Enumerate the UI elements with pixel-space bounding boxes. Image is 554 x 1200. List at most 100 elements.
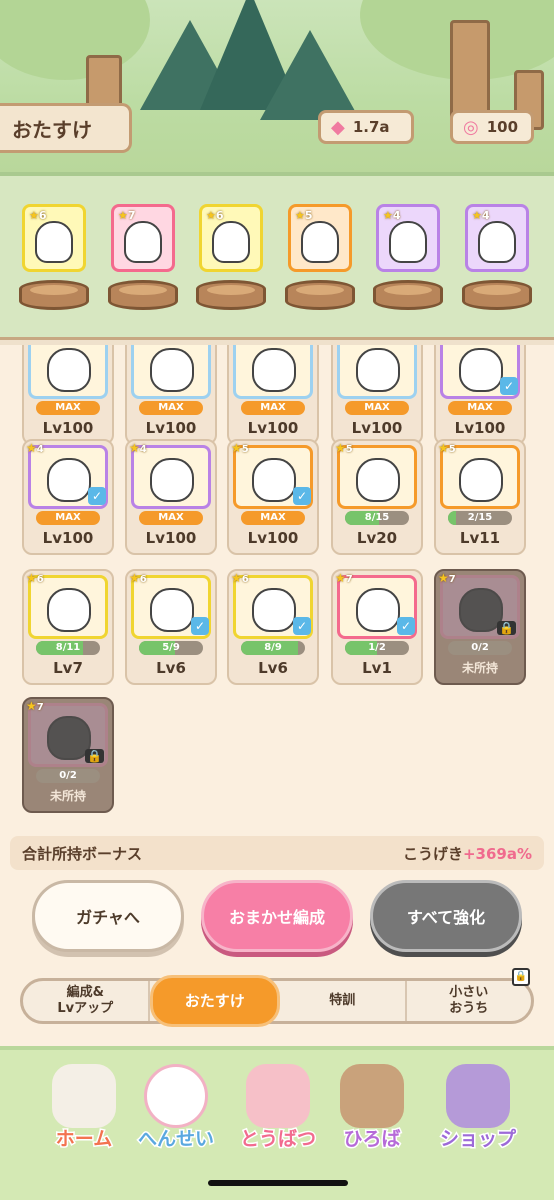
checkmark-icon: ✓ [500,377,518,395]
character-card[interactable]: ★6 8/11 Lv7 [22,569,114,685]
upgrade-all-button[interactable]: すべて強化 [370,880,522,952]
character-card[interactable]: MAX Lv100 [22,345,114,445]
shard-progress-bar: 1/2 [345,641,409,655]
shard-progress-bar: 0/2 [36,769,100,783]
auto-formation-button[interactable]: おまかせ編成 [201,880,353,952]
rarity-badge: ★5 [295,209,313,222]
rarity-badge: ★6 [129,571,147,585]
progress-label: MAX [55,402,81,413]
support-slot[interactable]: ★7 [111,204,175,272]
progress-label: MAX [158,512,184,523]
candy-counter[interactable]: ◆ 1.7a [318,110,414,144]
progress-fill [448,511,457,525]
support-slot[interactable]: ★6 [22,204,86,272]
support-slot[interactable]: ★4 [376,204,440,272]
rarity-badge: ★5 [438,441,456,455]
character-art [28,345,108,399]
rarity-badge: ★4 [26,441,44,455]
character-card[interactable]: MAX Lv100 [125,345,217,445]
shard-progress-bar: 2/15 [448,511,512,525]
character-portrait [389,221,427,263]
star-icon: ★ [438,441,449,455]
star-icon: ★ [472,209,482,222]
progress-label: 2/15 [467,512,493,523]
lock-icon: 🔒 [497,621,516,635]
character-card[interactable]: ★4 ✓ MAX Lv100 [22,439,114,555]
level-label: Lv100 [42,529,94,547]
level-label: Lv20 [356,529,398,547]
level-label: Lv6 [258,659,288,677]
character-card[interactable]: ★7 🔒 0/2 未所持 [434,569,526,685]
character-card[interactable]: ★6 ✓ 5/9 Lv6 [125,569,217,685]
character-art [131,345,211,399]
star-icon: ★ [335,441,346,455]
character-portrait [150,588,194,632]
tab-3[interactable]: 小さい おうち [407,981,532,1021]
character-card[interactable]: ★5 2/15 Lv11 [434,439,526,555]
tab-2[interactable]: 特訓 [280,981,407,1021]
character-card[interactable]: ★5 ✓ MAX Lv100 [227,439,319,555]
character-card[interactable]: ★6 ✓ 8/9 Lv6 [227,569,319,685]
progress-label: 8/11 [55,642,81,653]
tree-stump [19,280,89,310]
character-portrait [252,588,296,632]
character-portrait [47,348,91,392]
character-card[interactable]: ★5 8/15 Lv20 [331,439,423,555]
rarity-value: 5 [448,444,456,455]
character-portrait [124,221,162,263]
bonus-value: +369a% [462,844,532,863]
rarity-badge: ★4 [129,441,147,455]
tab-1[interactable]: おたすけ [149,975,280,1027]
tab-0[interactable]: 編成& Lvアップ [23,981,150,1021]
support-slot[interactable]: ★5 [288,204,352,272]
nav-label: とうばつ [238,1127,317,1152]
candy-icon: ◆ [331,116,345,138]
nav-signpost[interactable]: ひろば [322,1058,422,1162]
star-icon: ★ [29,209,39,222]
checkmark-icon: ✓ [397,617,415,635]
lock-icon: 🔒 [85,749,104,763]
rarity-value: 7 [345,574,353,585]
character-portrait [356,348,400,392]
shard-progress-bar: 0/2 [448,641,512,655]
shard-progress-bar: MAX [139,511,203,525]
shard-progress-bar: MAX [241,401,305,415]
character-card[interactable]: MAX Lv100 [331,345,423,445]
rarity-value: 7 [36,702,44,713]
character-card[interactable]: ★7 🔒 0/2 未所持 [22,697,114,813]
lollipop-icon: ◎ [463,116,479,138]
nav-label: ひろば [342,1127,402,1152]
level-label: Lv100 [454,419,506,437]
candy-value: 1.7a [352,118,390,136]
character-card[interactable]: ★7 ✓ 1/2 Lv1 [331,569,423,685]
bottom-nav: ホーム へんせい とうばつ ひろば ショップ [0,1046,554,1200]
ownership-bonus-bar: 合計所持ボーナス こうげき+369a% [10,836,544,870]
signpost-icon [340,1064,404,1128]
character-grid[interactable]: MAX Lv100 MAX Lv100 MAX Lv100 MAX Lv100 ✓ MAX Lv10… [0,345,554,815]
star-icon: ★ [26,699,37,713]
rarity-value: 5 [241,444,249,455]
nav-slingshot[interactable]: とうばつ [228,1058,328,1162]
page-title: おたすけ [0,103,132,153]
nav-characters[interactable]: へんせい [126,1058,226,1162]
support-slot[interactable]: ★6 [199,204,263,272]
rarity-value: 5 [304,209,313,222]
gacha-button[interactable]: ガチャへ [32,880,184,952]
lollipop-counter[interactable]: ◎ 100 [450,110,534,144]
level-label: 未所持 [49,789,86,803]
character-card[interactable]: MAX Lv100 [227,345,319,445]
nav-shop[interactable]: ショップ [428,1058,528,1162]
rarity-badge: ★5 [335,441,353,455]
character-portrait [47,458,91,502]
character-portrait [252,348,296,392]
star-icon: ★ [118,209,128,222]
home-indicator [208,1180,348,1186]
character-card[interactable]: ★4 MAX Lv100 [125,439,217,555]
rarity-value: 4 [481,209,490,222]
nav-house[interactable]: ホーム [34,1058,134,1162]
star-icon: ★ [129,441,140,455]
progress-label: MAX [55,512,81,523]
support-slot[interactable]: ★4 [465,204,529,272]
character-card[interactable]: ✓ MAX Lv100 [434,345,526,445]
character-portrait [212,221,250,263]
